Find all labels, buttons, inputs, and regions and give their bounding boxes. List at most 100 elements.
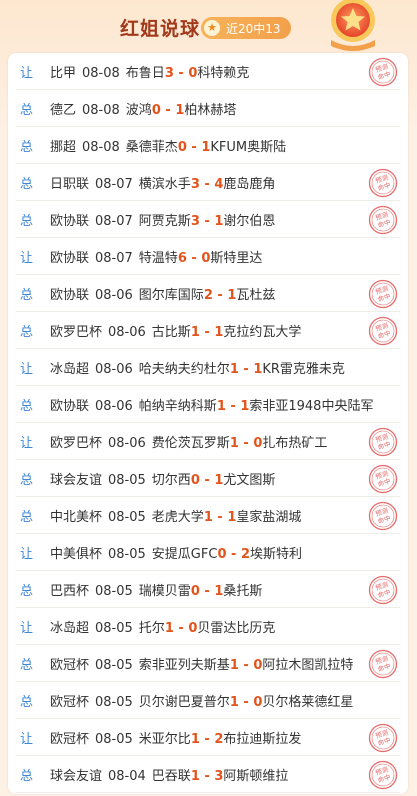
home-team: 阿贾克斯 [138, 214, 191, 229]
hit-stamp-icon: 预测命中 [368, 760, 398, 790]
match-info: 欧冠杯 08-05 米亚尔比1 - 2布拉迪斯拉发 [50, 728, 301, 747]
date: 08-07 [95, 214, 133, 229]
league: 德乙 [50, 103, 77, 118]
home-team: 桑德菲杰 [125, 140, 178, 155]
bet-type: 总 [20, 769, 34, 784]
bet-type: 总 [20, 473, 34, 488]
date: 08-08 [82, 103, 120, 118]
away-team: 克拉约瓦大学 [223, 325, 302, 340]
match-info: 欧协联 08-06 图尔库国际2 - 1瓦杜兹 [50, 284, 275, 303]
match-info: 比甲 08-08 布鲁日3 - 0科特赖克 [50, 62, 249, 81]
date: 08-05 [95, 584, 133, 599]
date: 08-05 [108, 510, 146, 525]
list-item[interactable]: 让 冰岛超 08-06 哈夫纳夫约杜尔1 - 1KR雷克雅未克 [8, 349, 408, 386]
score-separator: - [199, 732, 215, 747]
match-info: 日职联 08-07 横滨水手3 - 4鹿岛鹿角 [50, 173, 275, 192]
league: 中美俱杯 [50, 547, 103, 562]
home-team: 古比斯 [151, 325, 191, 340]
home-score: 1 [164, 621, 174, 636]
away-score: 0 [253, 695, 263, 710]
away-score: 0 [188, 66, 198, 81]
bet-type: 让 [20, 362, 34, 377]
list-item[interactable]: 总 日职联 08-07 横滨水手3 - 4鹿岛鹿角 预测 命中 [8, 164, 408, 201]
home-score: 6 [177, 251, 187, 266]
away-team: 阿拉木图凯拉特 [262, 658, 354, 673]
list-item[interactable]: 总 欧罗巴杯 08-06 古比斯1 - 1克拉约瓦大学 预测 命中 [8, 312, 408, 349]
bet-type: 总 [20, 695, 34, 710]
league: 欧冠杯 [50, 732, 90, 747]
away-team: 斯特里达 [210, 251, 263, 266]
score-separator: - [238, 362, 254, 377]
star-icon: ★ [204, 20, 220, 36]
list-item[interactable]: 总 欧协联 08-06 图尔库国际2 - 1瓦杜兹 预测 命中 [8, 275, 408, 312]
away-score: 1 [227, 510, 237, 525]
home-team: 波鸿 [125, 103, 152, 118]
list-item[interactable]: 让 欧罗巴杯 08-06 费伦茨瓦罗斯1 - 0扎布热矿工 预测 命中 [8, 423, 408, 460]
list-item[interactable]: 让 欧冠杯 08-05 米亚尔比1 - 2布拉迪斯拉发 预测 命中 [8, 719, 408, 756]
home-score: 0 [177, 140, 187, 155]
home-team: 帕纳辛纳科斯 [138, 399, 217, 414]
list-item[interactable]: 总 球会友谊 08-04 巴吞联1 - 3阿斯顿维拉 预测 命中 [8, 756, 408, 793]
bet-type: 总 [20, 658, 34, 673]
date: 08-05 [108, 473, 146, 488]
home-score: 1 [190, 325, 200, 340]
away-score: 1 [214, 473, 224, 488]
date: 08-06 [95, 399, 133, 414]
away-team: KFUM奥斯陆 [210, 140, 287, 155]
away-score: 1 [201, 140, 211, 155]
score-separator: - [199, 584, 215, 599]
list-item[interactable]: 总 欧协联 08-06 帕纳辛纳科斯1 - 1索非亚1948中央陆军 [8, 386, 408, 423]
date: 08-06 [95, 362, 133, 377]
list-item[interactable]: 让 比甲 08-08 布鲁日3 - 0科特赖克 预测 命中 [8, 53, 408, 90]
league: 欧协联 [50, 399, 90, 414]
away-team: 柏林赫塔 [184, 103, 237, 118]
list-item[interactable]: 让 中美俱杯 08-05 安提瓜GFC0 - 2埃斯特利 [8, 534, 408, 571]
date: 08-05 [95, 658, 133, 673]
match-info: 冰岛超 08-06 哈夫纳夫约杜尔1 - 1KR雷克雅未克 [50, 358, 345, 377]
match-info: 欧冠杯 08-05 贝尔谢巴夏普尔1 - 0贝尔格莱德红星 [50, 691, 353, 710]
list-item[interactable]: 总 巴西杯 08-05 瑞模贝雷0 - 1桑托斯 预测 命中 [8, 571, 408, 608]
home-team: 米亚尔比 [138, 732, 191, 747]
record-badge: ★ 近20中13 [201, 17, 291, 39]
home-team: 贝尔谢巴夏普尔 [138, 695, 230, 710]
list-item[interactable]: 总 欧冠杯 08-05 索非亚列夫斯基1 - 0阿拉木图凯拉特 预测 命中 [8, 645, 408, 682]
score-separator: - [212, 288, 228, 303]
date: 08-05 [108, 547, 146, 562]
score-separator: - [199, 769, 215, 784]
home-score: 3 [164, 66, 174, 81]
hit-stamp-icon: 预测命中 [368, 205, 398, 235]
away-team: 尤文图斯 [223, 473, 276, 488]
list-item[interactable]: 总 球会友谊 08-05 切尔西0 - 1尤文图斯 预测 命中 [8, 460, 408, 497]
match-info: 球会友谊 08-05 切尔西0 - 1尤文图斯 [50, 469, 275, 488]
list-item[interactable]: 让 冰岛超 08-05 托尔1 - 0贝雷达比历克 [8, 608, 408, 645]
away-score: 0 [253, 436, 263, 451]
date: 08-04 [108, 769, 146, 784]
match-info: 欧罗巴杯 08-06 费伦茨瓦罗斯1 - 0扎布热矿工 [50, 432, 327, 451]
page-title: 红姐说球 [120, 18, 201, 40]
list-item[interactable]: 总 挪超 08-08 桑德菲杰0 - 1KFUM奥斯陆 [8, 127, 408, 164]
away-score: 2 [214, 732, 224, 747]
hit-stamp-icon: 预测命中 [368, 575, 398, 605]
bet-type: 总 [20, 140, 34, 155]
list-item[interactable]: 总 中北美杯 08-05 老虎大学1 - 1皇家盐湖城 预测 命中 [8, 497, 408, 534]
home-score: 0 [190, 473, 200, 488]
away-team: 贝尔格莱德红星 [262, 695, 354, 710]
date: 08-05 [95, 621, 133, 636]
list-item[interactable]: 让 欧协联 08-07 特温特6 - 0斯特里达 [8, 238, 408, 275]
away-team: KR雷克雅未克 [262, 362, 345, 377]
bet-type: 让 [20, 547, 34, 562]
home-team: 巴吞联 [151, 769, 191, 784]
home-team: 托尔 [138, 621, 165, 636]
list-item[interactable]: 总 欧冠杯 08-05 贝尔谢巴夏普尔1 - 0贝尔格莱德红星 [8, 682, 408, 719]
hit-stamp-icon: 预测命中 [368, 279, 398, 309]
list-item[interactable]: 总 欧协联 08-07 阿贾克斯3 - 1谢尔伯恩 预测 命中 [8, 201, 408, 238]
match-info: 欧冠杯 08-05 索非亚列夫斯基1 - 0阿拉木图凯拉特 [50, 654, 353, 673]
hit-stamp-icon: 预测命中 [368, 168, 398, 198]
list-item[interactable]: 总 德乙 08-08 波鸿0 - 1柏林赫塔 [8, 90, 408, 127]
away-score: 1 [240, 399, 250, 414]
home-team: 瑞模贝雷 [138, 584, 191, 599]
hit-stamp-icon: 预测命中 [368, 57, 398, 87]
home-score: 3 [190, 214, 200, 229]
away-score: 0 [253, 658, 263, 673]
date: 08-06 [108, 436, 146, 451]
